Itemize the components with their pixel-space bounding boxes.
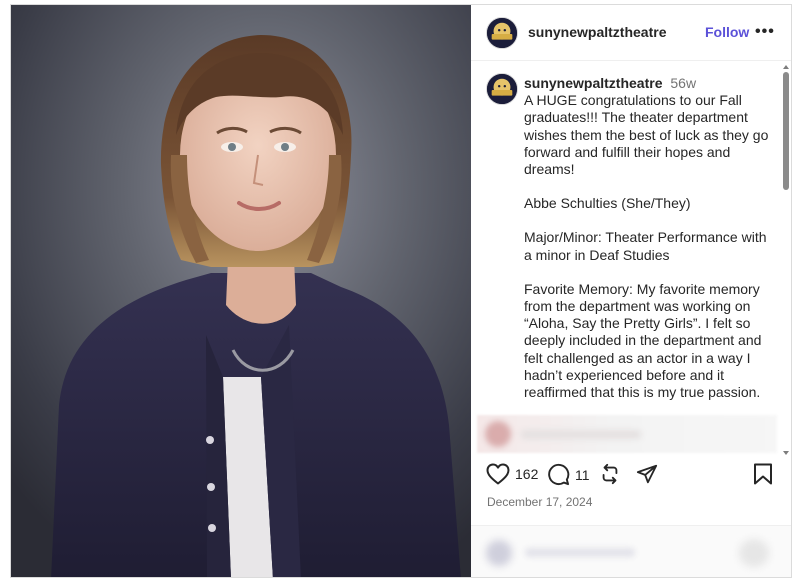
comment-button[interactable]: 11	[547, 463, 590, 486]
repost-icon	[602, 463, 618, 485]
caption-paragraph: Favorite Memory: My favorite memory from…	[524, 280, 762, 401]
post-time-ago[interactable]: 56w	[670, 75, 696, 91]
more-options-icon[interactable]: •••	[755, 23, 775, 41]
header-username[interactable]: sunynewpaltztheatre	[528, 24, 666, 40]
repost-button[interactable]	[599, 463, 621, 485]
caption-paragraph: Abbe Schulties (She/They)	[524, 195, 691, 212]
theatre-logo-icon	[487, 18, 517, 48]
like-button[interactable]: 162	[486, 463, 538, 485]
share-button[interactable]	[636, 463, 658, 485]
caption-text: sunynewpaltztheatre 56w A HUGE congratul…	[524, 75, 774, 401]
scrollbar-thumb[interactable]	[783, 72, 789, 190]
save-button[interactable]	[753, 463, 773, 485]
heart-icon	[486, 463, 510, 485]
follow-button[interactable]: Follow	[705, 24, 749, 40]
graduate-portrait-image	[11, 5, 471, 577]
post-header: sunynewpaltztheatre Follow •••	[471, 5, 791, 61]
caption-paragraph: Major/Minor: Theater Performance with a …	[524, 229, 767, 263]
paper-plane-icon	[636, 464, 658, 484]
scroll-down-arrow[interactable]	[783, 451, 789, 455]
caption-username[interactable]: sunynewpaltztheatre	[524, 75, 662, 91]
post-photo[interactable]	[11, 5, 471, 577]
caption-section: sunynewpaltztheatre 56w A HUGE congratul…	[471, 62, 791, 414]
action-bar: 162 11	[471, 457, 791, 491]
likes-count[interactable]: 162	[515, 466, 538, 482]
bookmark-icon	[754, 463, 772, 485]
caption-paragraph: A HUGE congratulations to our Fall gradu…	[524, 92, 769, 178]
theatre-logo-icon	[487, 74, 517, 104]
post-details-panel: sunynewpaltztheatre Follow ••• sunynewpa…	[471, 5, 791, 577]
blurred-add-comment-area	[471, 525, 791, 577]
speech-bubble-icon	[548, 463, 570, 486]
instagram-post: sunynewpaltztheatre Follow ••• sunynewpa…	[10, 4, 792, 578]
comments-count[interactable]: 11	[575, 467, 590, 483]
blurred-comment	[477, 415, 777, 453]
profile-avatar[interactable]	[486, 17, 518, 49]
caption-avatar[interactable]	[486, 73, 518, 105]
post-date[interactable]: December 17, 2024	[487, 495, 592, 509]
scroll-up-arrow[interactable]	[783, 65, 789, 69]
